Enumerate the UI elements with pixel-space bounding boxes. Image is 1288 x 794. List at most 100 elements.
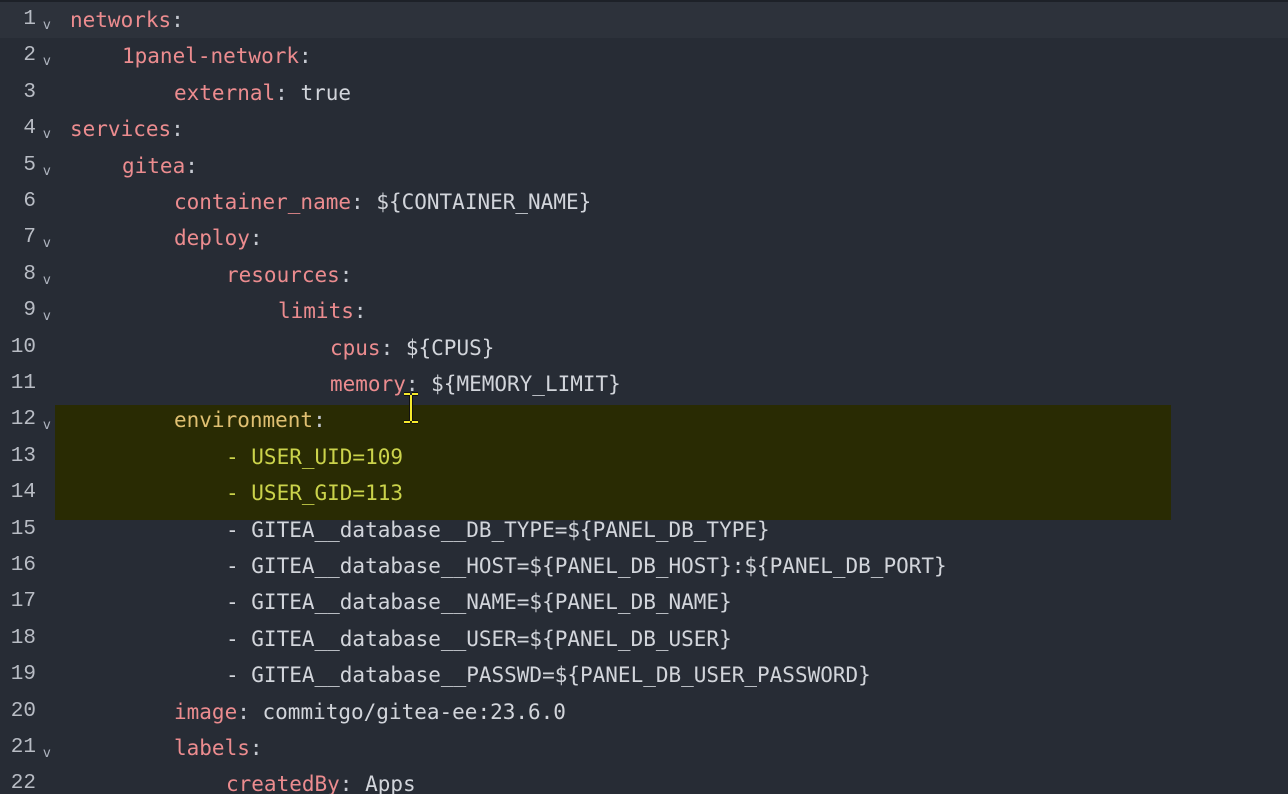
code-line[interactable]: 2 v 1panel-network: <box>0 38 1288 74</box>
colon: : <box>249 226 263 251</box>
colon: : <box>339 262 353 287</box>
code-text: createdBy: Apps <box>226 766 416 794</box>
line-number: 14 <box>10 481 36 505</box>
list-item-value: - USER_GID=113 <box>226 481 404 506</box>
line-number: 6 <box>23 190 36 213</box>
colon: : <box>171 8 184 32</box>
code-line[interactable]: 16 - GITEA__database__HOST=${PANEL_DB_HOS… <box>0 548 1288 584</box>
colon: : <box>351 190 364 214</box>
line-number: 21 <box>10 736 36 759</box>
code-text: cpus: ${CPUS} <box>330 330 494 366</box>
line-number: 15 <box>10 517 36 541</box>
code-line[interactable]: 1 v networks: <box>0 2 1288 39</box>
code-text: resources: <box>226 257 352 293</box>
yaml-value: commitgo/gitea-ee:23.6.0 <box>249 699 566 724</box>
line-number: 9 <box>23 299 36 323</box>
code-text: labels: <box>174 730 263 766</box>
yaml-key: gitea <box>122 153 186 178</box>
yaml-key: image <box>174 699 238 724</box>
code-line[interactable]: 22 createdBy: Apps <box>0 766 1288 794</box>
yaml-key: deploy <box>174 226 250 251</box>
code-text: gitea: <box>122 148 198 184</box>
colon: : <box>339 772 353 794</box>
yaml-key: environment <box>174 408 314 433</box>
code-line[interactable]: 7 v deploy: <box>0 220 1288 256</box>
list-item-value: - GITEA__database__DB_TYPE=${PANEL_DB_TY… <box>226 517 770 542</box>
code-line[interactable]: 12 v environment: <box>0 402 1288 438</box>
yaml-key: 1panel-network <box>122 44 300 69</box>
code-line[interactable]: 14 - USER_GID=113 <box>0 475 1288 511</box>
yaml-key: services <box>70 117 172 142</box>
line-number: 19 <box>10 663 36 687</box>
code-line[interactable]: 17 - GITEA__database__NAME=${PANEL_DB_NAM… <box>0 584 1288 620</box>
yaml-key: networks <box>70 8 172 32</box>
yaml-key: resources <box>226 262 340 287</box>
code-line[interactable]: 18 - GITEA__database__USER=${PANEL_DB_USE… <box>0 621 1288 657</box>
line-number: 16 <box>10 554 36 577</box>
list-item-value: - GITEA__database__USER=${PANEL_DB_USER} <box>226 626 732 651</box>
yaml-key: limits <box>278 299 354 324</box>
colon: : <box>353 299 367 324</box>
yaml-value: true <box>287 80 352 105</box>
line-number: 13 <box>10 444 36 468</box>
list-item-value: - GITEA__database__NAME=${PANEL_DB_NAME} <box>226 590 732 615</box>
colon: : <box>237 699 250 724</box>
code-line[interactable]: 21 v labels: <box>0 730 1288 766</box>
yaml-value: ${MEMORY_LIMIT} <box>418 372 621 396</box>
colon: : <box>313 408 326 433</box>
list-item-value: - GITEA__database__HOST=${PANEL_DB_HOST}… <box>226 554 947 578</box>
code-text: image: commitgo/gitea-ee:23.6.0 <box>174 694 566 730</box>
colon: : <box>185 153 198 178</box>
code-text: 1panel-network: <box>122 38 312 74</box>
line-number: 17 <box>10 590 36 614</box>
line-number: 5 <box>23 153 36 177</box>
code-editor[interactable]: 1 v networks: 2 v 1panel-network: 3 external: t… <box>0 0 1288 794</box>
colon: : <box>299 44 312 69</box>
line-number: 18 <box>10 626 36 650</box>
yaml-key: labels <box>174 736 250 760</box>
code-line[interactable]: 6 container_name: ${CONTAINER_NAME} <box>0 184 1288 220</box>
line-number: 10 <box>10 335 36 359</box>
yaml-value: ${CPUS} <box>393 335 495 360</box>
code-line[interactable]: 5 v gitea: <box>0 148 1288 184</box>
yaml-key: external <box>174 80 276 105</box>
yaml-value: ${CONTAINER_NAME} <box>363 190 592 214</box>
line-number: 11 <box>10 372 36 395</box>
colon: : <box>171 117 184 142</box>
line-number: 3 <box>23 80 36 104</box>
code-line[interactable]: 19 - GITEA__database__PASSWD=${PANEL_DB_U… <box>0 657 1288 693</box>
code-text: networks: <box>70 2 184 38</box>
code-text: external: true <box>174 75 351 111</box>
code-text: - GITEA__database__PASSWD=${PANEL_DB_USE… <box>226 657 871 693</box>
yaml-key: container_name <box>174 190 352 214</box>
code-text: - GITEA__database__USER=${PANEL_DB_USER} <box>226 621 732 657</box>
code-line[interactable]: 15 - GITEA__database__DB_TYPE=${PANEL_DB_… <box>0 512 1288 548</box>
code-text: memory: ${MEMORY_LIMIT} <box>330 366 621 402</box>
list-item-value: - GITEA__database__PASSWD=${PANEL_DB_USE… <box>226 663 871 688</box>
yaml-value: Apps <box>352 772 416 794</box>
code-text: - GITEA__database__HOST=${PANEL_DB_HOST}… <box>226 548 947 584</box>
line-number: 20 <box>10 699 36 723</box>
code-line[interactable]: 4 v services: <box>0 111 1288 147</box>
line-number: 4 <box>23 117 36 141</box>
colon: : <box>275 80 288 105</box>
code-line[interactable]: 8 v resources: <box>0 257 1288 293</box>
line-number: 2 <box>23 44 36 68</box>
code-line[interactable]: 13 - USER_UID=109 <box>0 439 1288 475</box>
code-text: - GITEA__database__NAME=${PANEL_DB_NAME} <box>226 584 732 620</box>
list-item-value: - USER_UID=109 <box>226 444 404 469</box>
code-line[interactable]: 20 image: commitgo/gitea-ee:23.6.0 <box>0 694 1288 730</box>
yaml-key: memory <box>330 372 406 396</box>
code-text: container_name: ${CONTAINER_NAME} <box>174 184 591 220</box>
code-text: deploy: <box>174 220 263 256</box>
code-line[interactable]: 9 v limits: <box>0 293 1288 329</box>
code-text: services: <box>70 111 184 147</box>
line-number: 22 <box>10 772 36 794</box>
line-number: 7 <box>23 226 36 250</box>
code-text: environment: <box>174 402 326 438</box>
code-line[interactable]: 11 memory: ${MEMORY_LIMIT} <box>0 366 1288 402</box>
line-number: 8 <box>23 262 36 286</box>
yaml-key: cpus <box>330 335 381 360</box>
code-line[interactable]: 3 external: true <box>0 75 1288 111</box>
code-line[interactable]: 10 cpus: ${CPUS} <box>0 330 1288 366</box>
